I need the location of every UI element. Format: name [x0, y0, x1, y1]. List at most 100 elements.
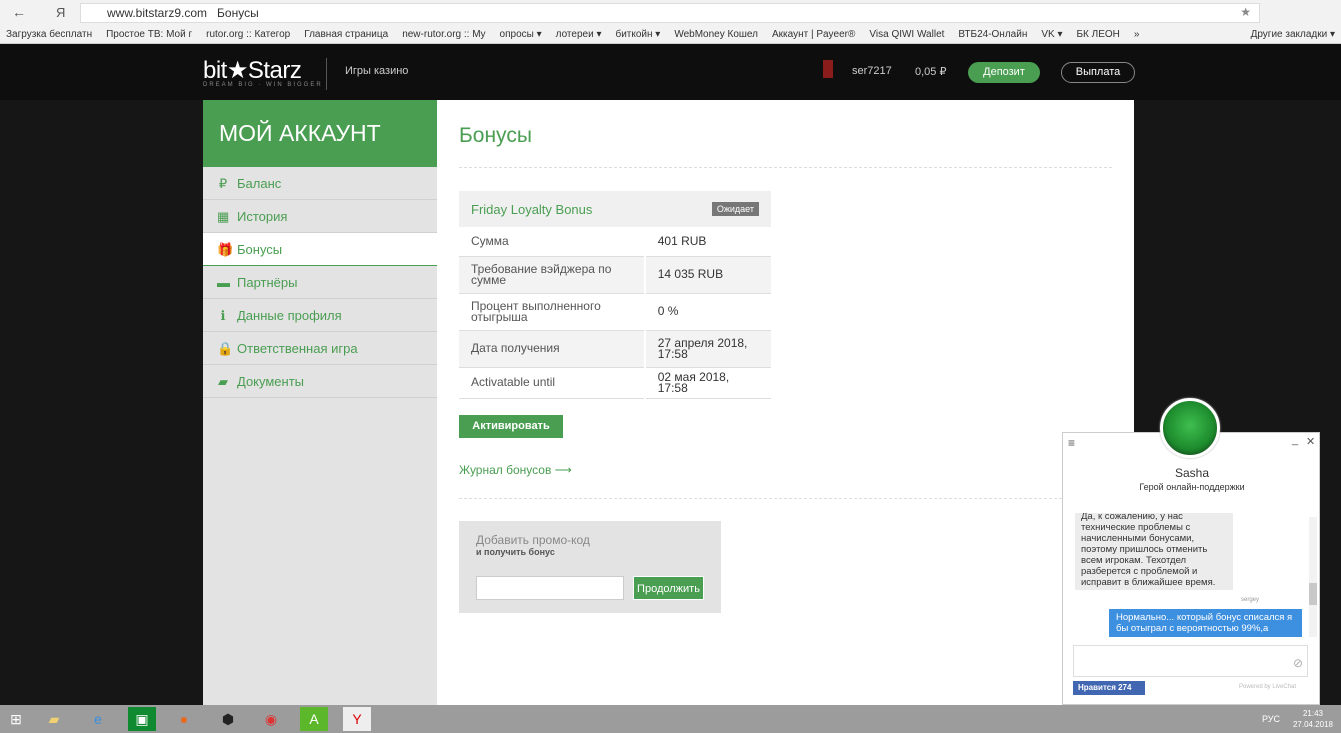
row-label: Процент выполненного отыгрыша — [459, 293, 645, 331]
menu-icon[interactable]: ≡ — [1068, 436, 1075, 450]
chat-scrollbar[interactable] — [1309, 517, 1317, 637]
activate-button[interactable]: Активировать — [459, 415, 563, 438]
sidebar-item-label: Ответственная игра — [237, 341, 358, 356]
file-explorer-icon[interactable]: ▰ — [40, 707, 68, 731]
bookmark[interactable]: WebMoney Кошел — [674, 29, 758, 40]
table-row: Процент выполненного отыгрыша 0 % — [459, 293, 771, 331]
powered-by: Powered by LiveChat — [1239, 684, 1297, 690]
nav-casino-games[interactable]: Игры казино — [345, 65, 408, 77]
sidebar-item-partners[interactable]: ▬ Партнёры — [203, 266, 437, 299]
sidebar-item-label: История — [237, 209, 288, 224]
divider — [326, 58, 327, 90]
logo[interactable]: bit★Starz DREAM BIG · WIN BIGGER — [203, 56, 323, 88]
bookmark[interactable]: биткойн ▾ — [615, 29, 660, 40]
logo-text: bit★Starz — [203, 57, 302, 84]
back-button[interactable]: ← — [12, 4, 26, 20]
bookmark[interactable]: rutor.org :: Категор — [206, 29, 290, 40]
page-title: Бонусы — [217, 6, 259, 20]
row-value: 0 % — [643, 293, 771, 331]
chat-messages: Да, к сожалению, у нас технические пробл… — [1063, 513, 1309, 639]
bookmark[interactable]: Visa QIWI Wallet — [869, 29, 944, 40]
livechat-widget: ≡ _ ✕ Sasha Герой онлайн-поддержки Да, к… — [1062, 432, 1320, 705]
close-icon[interactable]: ✕ — [1306, 435, 1315, 448]
ruble-icon: ₽ — [218, 176, 228, 191]
row-value: 14 035 RUB — [643, 256, 771, 294]
main-content: Бонусы Friday Loyalty Bonus Ожидает Сумма… — [437, 100, 1134, 705]
bookmark[interactable]: Главная страница — [304, 29, 388, 40]
yandex-button[interactable]: Я — [56, 5, 65, 20]
bonus-card: Friday Loyalty Bonus Ожидает Сумма 401 RUB… — [459, 191, 771, 399]
time: 21:43 — [1302, 709, 1323, 718]
sidebar-item-documents[interactable]: ▰ Документы — [203, 365, 437, 398]
address-bar[interactable]: www.bitstarz9.com Бонусы ★ — [80, 3, 1260, 23]
clock[interactable]: 21:43 27.04.2018 — [1293, 708, 1333, 730]
site-header — [0, 44, 1341, 100]
sidebar-title: МОЙ АККАУНТ — [203, 100, 437, 167]
agent-role: Герой онлайн-поддержки — [1139, 482, 1245, 492]
facebook-like-button[interactable]: Нравится 274 — [1073, 681, 1145, 695]
agent-message: Да, к сожалению, у нас технические пробл… — [1075, 513, 1233, 590]
bookmarks-more[interactable]: » — [1134, 29, 1140, 40]
page-heading: Бонусы — [459, 124, 532, 147]
agent-name: Sasha — [1174, 466, 1210, 480]
bookmark[interactable]: лотереи ▾ — [556, 29, 602, 40]
withdraw-button[interactable]: Выплата — [1061, 62, 1135, 83]
promo-code-input[interactable] — [476, 576, 624, 600]
divider — [459, 498, 1112, 499]
promo-title: Добавить промо-код — [476, 533, 590, 547]
row-label: Дата получения — [459, 330, 645, 368]
other-bookmarks[interactable]: Другие закладки ▾ — [1251, 29, 1335, 40]
promo-subtitle: и получить бонус — [476, 547, 555, 557]
sidebar-item-balance[interactable]: ₽ Баланс — [203, 167, 437, 200]
aimp-icon[interactable]: A — [300, 707, 328, 731]
bookmark[interactable]: Аккаунт | Payeer® — [772, 29, 855, 40]
row-label: Требование вэйджера по сумме — [459, 256, 645, 294]
sidebar-item-label: Бонусы — [237, 242, 283, 257]
status-badge: Ожидает — [711, 201, 759, 216]
bookmark[interactable]: ВТБ24-Онлайн — [958, 29, 1027, 40]
table-row: Сумма 401 RUB — [459, 227, 771, 257]
ie-icon[interactable]: e — [84, 707, 112, 731]
yandex-browser-icon[interactable]: Y — [343, 707, 371, 731]
tagline: DREAM BIG · WIN BIGGER — [203, 82, 323, 88]
sidebar-item-responsible-gaming[interactable]: 🔒 Ответственная игра — [203, 332, 437, 365]
bookmark[interactable]: БК ЛЕОН — [1076, 29, 1119, 40]
sidebar-item-profile[interactable]: ℹ Данные профиля — [203, 299, 437, 332]
agent-avatar — [1160, 398, 1220, 458]
date: 27.04.2018 — [1292, 720, 1333, 729]
start-icon[interactable]: ⊞ — [2, 707, 30, 731]
language-indicator[interactable]: РУС — [1262, 714, 1280, 724]
bookmark[interactable]: new-rutor.org :: My — [402, 29, 485, 40]
folder-icon: ▰ — [218, 374, 228, 389]
bookmark[interactable]: Простое ТВ: Мой г — [106, 29, 192, 40]
sidebar-item-label: Документы — [237, 374, 305, 389]
table-row: Activatable until 02 мая 2018, 17:58 — [459, 367, 771, 399]
bookmark[interactable]: опросы ▾ — [500, 29, 542, 40]
star-icon[interactable]: ★ — [1240, 5, 1251, 19]
username[interactable]: ser7217 — [852, 65, 892, 77]
chrome-icon[interactable]: ◉ — [257, 707, 285, 731]
bookmark[interactable]: VK ▾ — [1041, 29, 1062, 40]
nox-icon[interactable]: ⬢ — [214, 707, 242, 731]
deposit-button[interactable]: Депозит — [968, 62, 1040, 83]
continue-button[interactable]: Продолжить — [633, 576, 704, 600]
sidebar-item-label: Партнёры — [237, 275, 298, 290]
lock-icon: 🔒 — [217, 341, 234, 356]
bookmarks-bar: Загрузка бесплатн Простое ТВ: Мой г ruto… — [0, 26, 1341, 44]
table-row: Дата получения 27 апреля 2018, 17:58 — [459, 330, 771, 368]
bonus-log-link[interactable]: Журнал бонусов ⟶ — [459, 463, 572, 477]
store-icon[interactable]: ▣ — [128, 707, 156, 731]
row-value: 02 мая 2018, 17:58 — [643, 367, 771, 399]
divider — [459, 167, 1112, 168]
minimize-icon[interactable]: _ — [1292, 434, 1298, 446]
sidebar-item-bonuses[interactable]: 🎁 Бонусы — [203, 233, 437, 266]
briefcase-icon: ▬ — [217, 275, 230, 290]
user-message: Нормально... который бонус списался я бы… — [1109, 609, 1302, 637]
chat-message-input[interactable]: ⊘ — [1073, 645, 1308, 677]
firefox-icon[interactable]: ● — [170, 707, 198, 731]
sidebar-item-history[interactable]: ▦ История — [203, 200, 437, 233]
attachment-icon[interactable]: ⊘ — [1293, 656, 1303, 670]
robot-avatar-icon[interactable] — [823, 60, 833, 78]
bookmark[interactable]: Загрузка бесплатн — [6, 29, 92, 40]
taskbar: ⊞ ▰ e ▣ ● ⬢ ◉ A Y РУС 21:43 27.04.2018 — [0, 705, 1341, 733]
